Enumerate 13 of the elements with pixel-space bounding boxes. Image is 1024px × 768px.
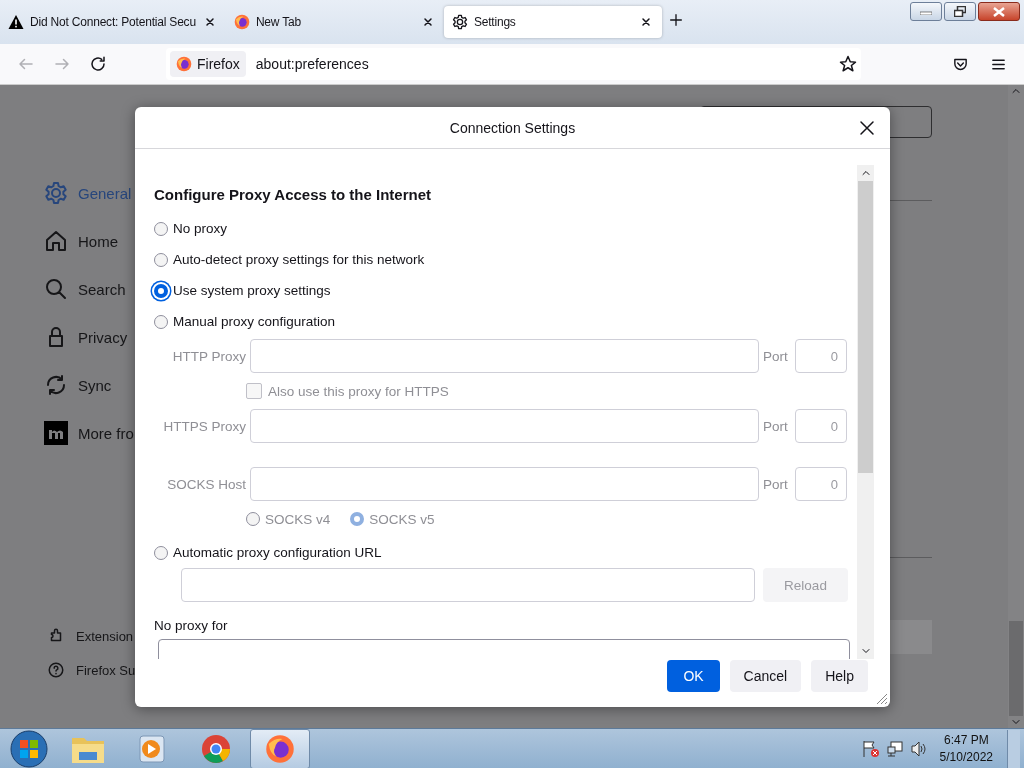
port-label: Port bbox=[763, 348, 789, 364]
field-label: SOCKS Host bbox=[166, 476, 246, 492]
field-label: HTTP Proxy bbox=[171, 348, 246, 364]
port-label: Port bbox=[763, 476, 789, 492]
section-heading: Configure Proxy Access to the Internet bbox=[154, 186, 432, 203]
url-text: about:preferences bbox=[255, 56, 370, 72]
dialog-title: Connection Settings bbox=[449, 119, 576, 136]
port-label: Port bbox=[763, 418, 789, 434]
clock-time: 6:47 PM bbox=[943, 732, 989, 749]
field-label: HTTPS Proxy bbox=[162, 418, 246, 434]
identity-label: Firefox bbox=[197, 56, 240, 72]
field-label: No proxy for bbox=[154, 618, 229, 633]
clock-date: 5/10/2022 bbox=[939, 749, 993, 766]
